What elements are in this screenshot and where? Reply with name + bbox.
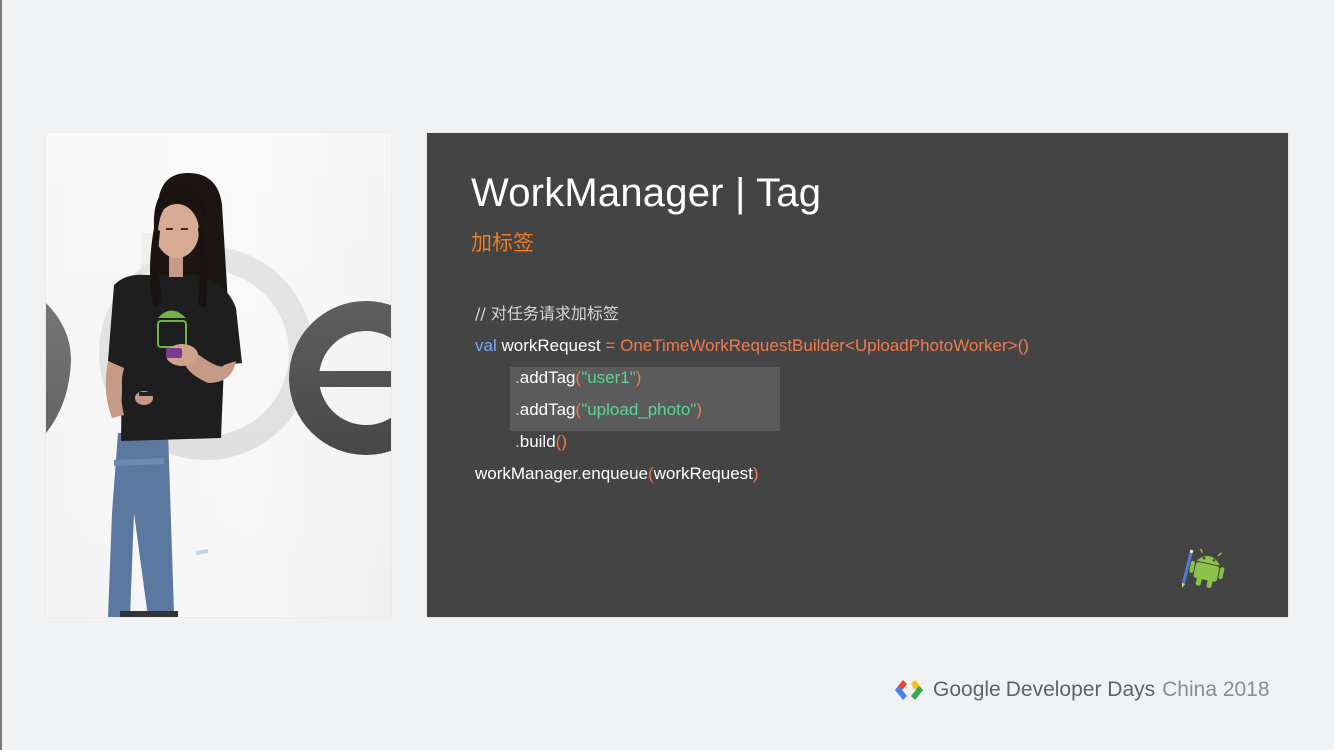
code-block: // 对任务请求加标签 val workRequest = OneTimeWor… [475,298,1255,490]
code-paren-close: ) [752,464,759,483]
gdd-chevrons-logo-icon [895,680,923,700]
brand-edition: China 2018 [1162,678,1270,701]
code-line-declaration: val workRequest = OneTimeWorkRequestBuil… [475,330,1255,362]
code-string: "user1" [581,368,636,387]
code-string: "upload_photo" [581,400,697,419]
code-builder: OneTimeWorkRequestBuilder<UploadPhotoWor… [620,336,1029,355]
slide-subtitle: 加标签 [471,231,534,255]
code-line-addtag-user: .addTag("user1") [475,362,1255,394]
brand-developer-days: Developer Days [1005,678,1156,701]
code-paren-close: ) [696,400,702,419]
code-comment: // 对任务请求加标签 [475,304,619,323]
slide-title: WorkManager | Tag [471,171,822,215]
code-method: addTag [519,400,576,419]
code-parens: () [555,432,567,451]
speaker-image [46,133,391,617]
code-keyword: val [475,336,497,355]
code-method: enqueue [581,464,648,483]
code-object: workManager [475,464,578,483]
code-line-comment: // 对任务请求加标签 [475,298,1255,330]
android-robot-icon [1181,549,1225,588]
presentation-slide: WorkManager | Tag 加标签 // 对任务请求加标签 val wo… [427,133,1288,617]
window-edge [0,0,2,750]
code-variable: workRequest [501,336,601,355]
code-line-addtag-photo: .addTag("upload_photo") [475,394,1255,426]
code-operator: = [605,336,616,355]
code-method: build [519,432,556,451]
brand-google: Google [933,678,1001,701]
speaker-video [46,133,391,617]
code-line-enqueue: workManager.enqueue(workRequest) [475,458,1255,490]
code-paren-close: ) [635,368,642,387]
code-argument: workRequest [653,464,753,483]
code-line-build: .build() [475,426,1255,458]
gdd-branding: Google Developer Days China 2018 [893,676,1270,704]
code-method: addTag [519,368,576,387]
